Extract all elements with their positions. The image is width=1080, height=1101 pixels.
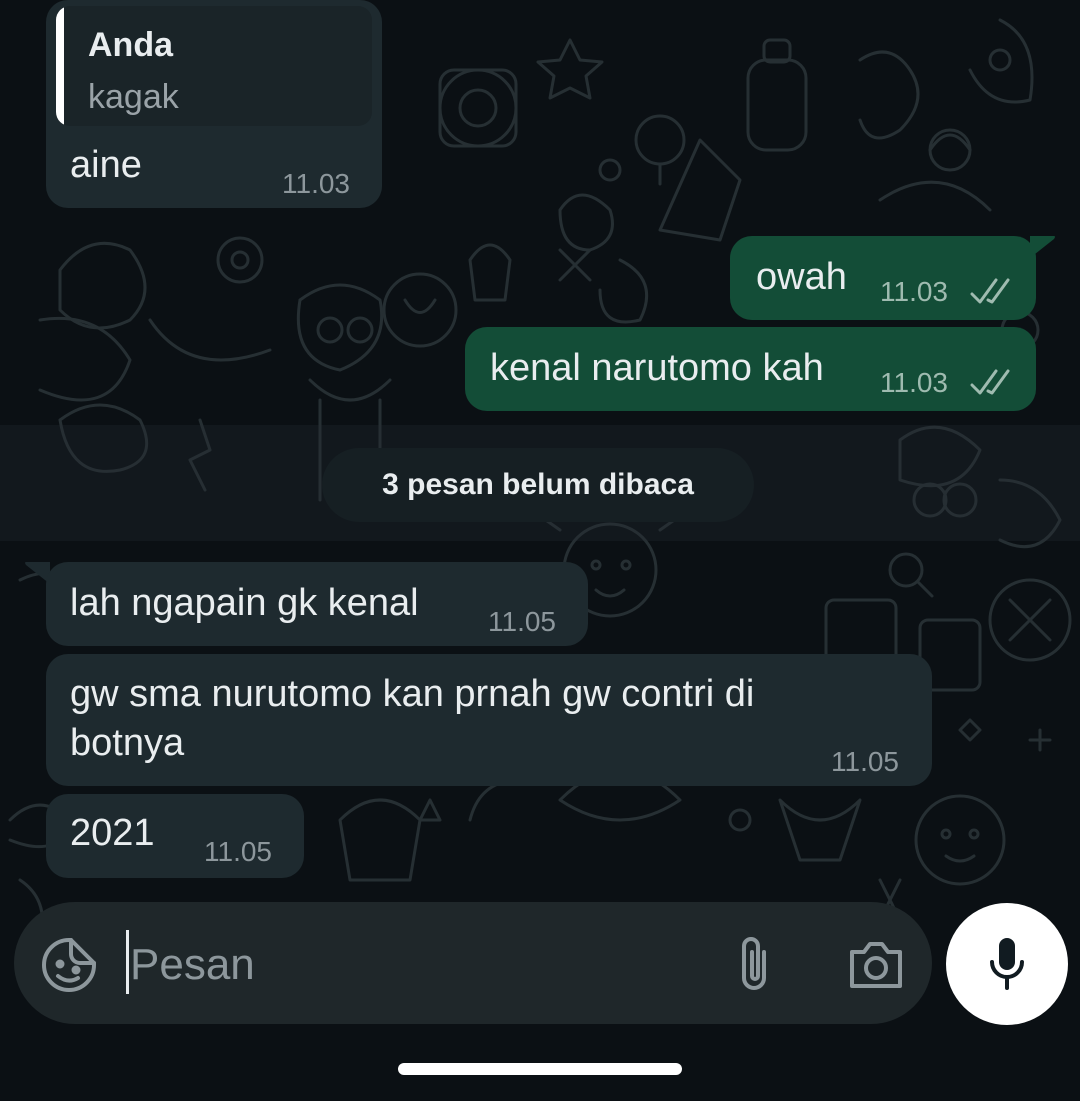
double-check-icon	[970, 369, 1010, 395]
message-text: aine	[70, 144, 142, 186]
mic-icon	[990, 938, 1024, 990]
message-outgoing[interactable]: kenal narutomo kah 11.03	[465, 327, 1036, 411]
message-text: 2021	[70, 812, 155, 854]
message-incoming-reply[interactable]: Anda kagak aine 11.03	[46, 0, 382, 208]
message-time: 11.05	[831, 746, 899, 777]
message-input[interactable]: Pesan	[130, 938, 255, 992]
message-time: 11.05	[488, 606, 556, 637]
home-indicator[interactable]	[398, 1063, 682, 1075]
message-time: 11.03	[880, 276, 948, 307]
attach-icon[interactable]	[734, 934, 774, 994]
reply-quote-bar	[56, 6, 64, 126]
message-time: 11.05	[204, 836, 272, 867]
message-text: kenal narutomo kah	[490, 347, 824, 389]
message-text-line-1: gw sma nurutomo kan prnah gw contri di	[70, 673, 755, 715]
double-check-icon	[970, 278, 1010, 304]
message-incoming[interactable]: gw sma nurutomo kan prnah gw contri di b…	[46, 654, 932, 786]
message-incoming[interactable]: lah ngapain gk kenal 11.05	[46, 562, 588, 646]
reply-quote-text: kagak	[88, 78, 179, 116]
bubble-tail	[1030, 236, 1055, 258]
camera-icon[interactable]	[846, 938, 906, 992]
mic-button[interactable]	[946, 903, 1068, 1025]
message-text: owah	[756, 256, 847, 298]
unread-messages-divider: 3 pesan belum dibaca	[322, 448, 754, 522]
sticker-icon[interactable]	[40, 936, 98, 994]
message-incoming[interactable]: 2021 11.05	[46, 794, 304, 878]
reply-quote[interactable]: Anda kagak	[56, 6, 372, 126]
message-text-line-2: botnya	[70, 722, 185, 764]
message-time: 11.03	[880, 367, 948, 398]
message-outgoing[interactable]: owah 11.03	[730, 236, 1036, 320]
message-time: 11.03	[282, 168, 350, 199]
reply-quote-author: Anda	[88, 26, 173, 64]
message-text: lah ngapain gk kenal	[70, 582, 419, 624]
text-cursor	[126, 930, 129, 994]
